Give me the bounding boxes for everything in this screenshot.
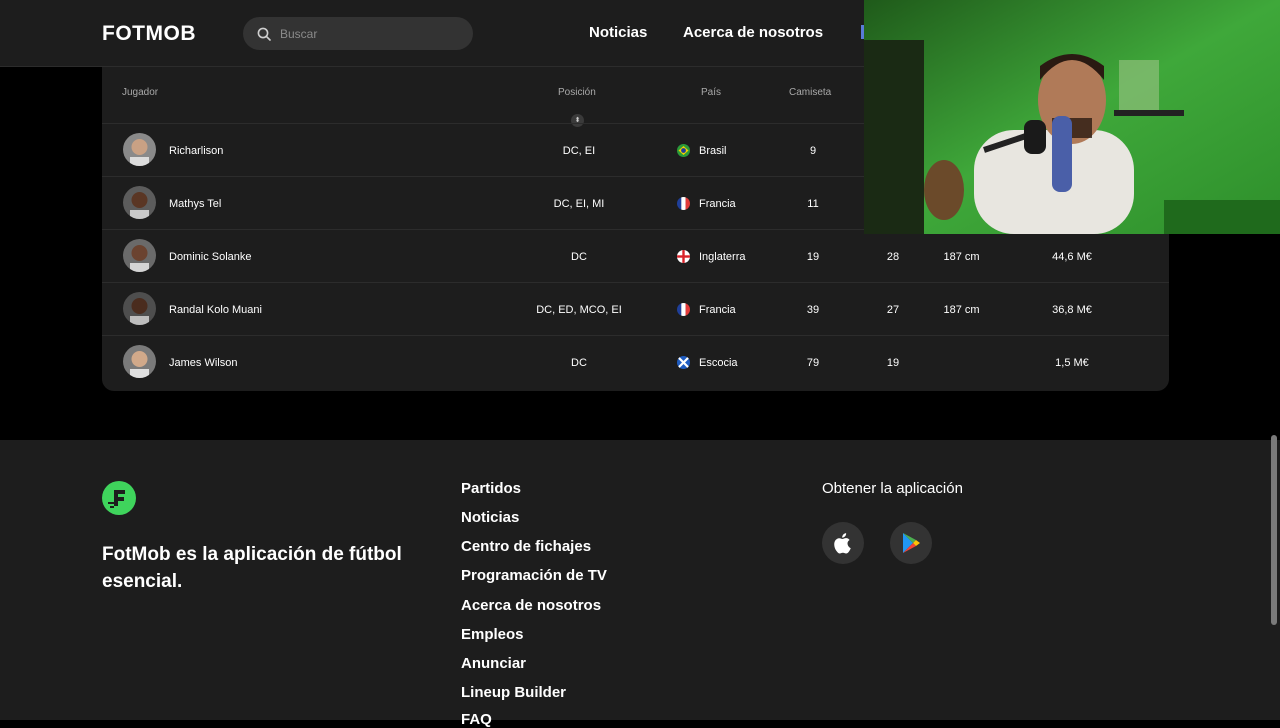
flag-francia-icon [677, 303, 690, 316]
player-shirt: 79 [806, 356, 820, 369]
get-app-title: Obtener la aplicación [822, 480, 963, 497]
google-play-button[interactable] [890, 522, 932, 564]
player-name: Mathys Tel [169, 197, 222, 210]
webcam-overlay [864, 0, 1280, 234]
player-age: 27 [886, 303, 900, 316]
search-box[interactable] [243, 17, 473, 50]
player-avatar [123, 345, 156, 378]
column-header-camiseta[interactable]: Camiseta [789, 87, 831, 98]
fotmob-logo[interactable]: FOTMOB [102, 22, 196, 46]
player-country: Brasil [677, 124, 727, 177]
app-store-button[interactable] [822, 522, 864, 564]
player-name: Randal Kolo Muani [169, 303, 262, 316]
country-name: Francia [699, 303, 736, 316]
player-avatar [123, 133, 156, 166]
country-name: Escocia [699, 356, 738, 369]
player-position: DC, ED, MCO, EI [536, 303, 622, 316]
country-name: Inglaterra [699, 250, 746, 263]
player-height: 187 cm [943, 303, 980, 316]
footer-link-anunciar[interactable]: Anunciar [461, 655, 526, 672]
column-header-pais[interactable]: País [701, 87, 721, 98]
google-play-icon [903, 533, 920, 553]
footer-tagline: FotMob es la aplicación de fútbol esenci… [102, 544, 402, 592]
player-shirt: 19 [806, 250, 820, 263]
player-shirt: 39 [806, 303, 820, 316]
nav-link-acerca[interactable]: Acerca de nosotros [683, 24, 823, 41]
player-avatar [123, 292, 156, 325]
player-value: 36,8 M€ [1052, 303, 1092, 316]
player-value: 1,5 M€ [1055, 356, 1089, 369]
flag-francia-icon [677, 197, 690, 210]
footer-link-acerca[interactable]: Acerca de nosotros [461, 597, 601, 614]
player-country: Francia [677, 283, 736, 336]
player-age: 28 [886, 250, 900, 263]
player-name: James Wilson [169, 356, 238, 369]
footer-link-programacion-tv[interactable]: Programación de TV [461, 567, 607, 584]
fotmob-badge-icon[interactable] [102, 481, 136, 515]
nav-link-noticias[interactable]: Noticias [589, 24, 647, 41]
player-country: Inglaterra [677, 230, 745, 283]
country-name: Francia [699, 197, 736, 210]
column-header-posicion[interactable]: Posición [558, 87, 596, 98]
player-age: 19 [886, 356, 900, 369]
player-country: Escocia [677, 336, 738, 389]
table-row[interactable]: Dominic Solanke DC Inglaterra 19 28 187 … [102, 229, 1169, 282]
player-height: 187 cm [943, 250, 980, 263]
player-shirt: 11 [807, 197, 819, 210]
player-position: DC [571, 250, 587, 263]
search-input[interactable] [280, 26, 450, 41]
player-position: DC, EI, MI [553, 197, 605, 210]
search-icon [257, 27, 271, 41]
footer-link-noticias[interactable]: Noticias [461, 509, 519, 526]
player-name: Richarlison [169, 144, 224, 157]
player-avatar [123, 186, 156, 219]
flag-escocia-icon [677, 356, 690, 369]
table-row[interactable]: James Wilson DC Escocia 79 19 1,5 M€ [102, 335, 1169, 388]
player-name: Dominic Solanke [169, 250, 252, 263]
flag-inglaterra-icon [677, 250, 690, 263]
page-scrollbar[interactable] [1271, 435, 1277, 625]
country-name: Brasil [699, 144, 727, 157]
player-height [931, 336, 992, 389]
player-country: Francia [677, 177, 736, 230]
apple-icon [834, 533, 851, 554]
footer-link-partidos[interactable]: Partidos [461, 480, 521, 497]
player-shirt: 9 [809, 144, 817, 157]
column-header-jugador[interactable]: Jugador [122, 87, 158, 98]
table-row[interactable]: Randal Kolo Muani DC, ED, MCO, EI Franci… [102, 282, 1169, 335]
flag-brasil-icon [677, 144, 690, 157]
footer-link-lineup-builder[interactable]: Lineup Builder [461, 684, 566, 701]
player-value: 44,6 M€ [1052, 250, 1092, 263]
player-position: DC [571, 356, 587, 369]
player-position: DC, EI [562, 144, 596, 157]
player-avatar [123, 239, 156, 272]
footer-link-empleos[interactable]: Empleos [461, 626, 524, 643]
footer-link-centro-fichajes[interactable]: Centro de fichajes [461, 538, 591, 555]
